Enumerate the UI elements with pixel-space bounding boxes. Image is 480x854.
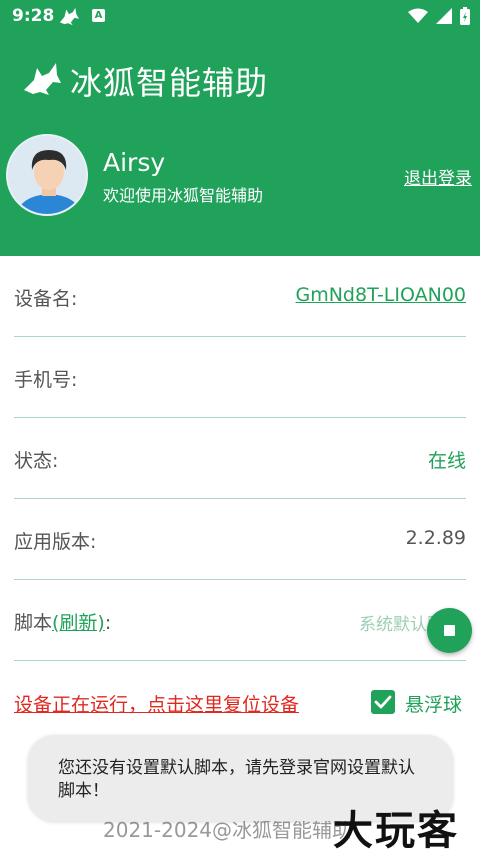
logout-link[interactable]: 退出登录	[404, 164, 472, 189]
app-version-row: 应用版本: 2.2.89	[14, 499, 466, 580]
toast-message: 您还没有设置默认脚本，请先登录官网设置默认脚本！	[58, 758, 415, 801]
status-icons	[408, 7, 470, 25]
status-bar: 9:28 A	[0, 0, 480, 32]
wifi-icon	[408, 8, 428, 23]
username: Airsy	[103, 148, 166, 177]
user-avatar-icon	[8, 136, 86, 214]
floating-ball-label: 悬浮球	[405, 694, 463, 716]
script-label-suffix: :	[104, 612, 112, 634]
stop-button[interactable]	[427, 608, 472, 653]
check-icon	[374, 695, 392, 709]
script-row: 脚本(刷新): 系统默认脚	[14, 580, 466, 661]
watermark-text: 大玩客	[333, 808, 459, 854]
status-value: 在线	[427, 450, 466, 472]
reset-device-link[interactable]: 设备正在运行，点击这里复位设备	[14, 690, 299, 717]
profile-header: 冰狐智能辅助 Airsy 欢迎使用冰狐智能辅助 退出登录	[0, 32, 480, 256]
notification-badge: A	[92, 9, 105, 22]
script-label-prefix: 脚本	[14, 612, 53, 634]
app-title: 冰狐智能辅助	[70, 64, 269, 102]
welcome-text: 欢迎使用冰狐智能辅助	[103, 186, 264, 205]
app-version-label: 应用版本:	[14, 531, 97, 553]
refresh-script-link[interactable]: (刷新)	[52, 612, 105, 634]
app-version-value: 2.2.89	[405, 527, 466, 549]
phone-row: 手机号:	[14, 337, 466, 418]
floating-ball-checkbox[interactable]	[371, 690, 395, 714]
fox-logo-icon	[24, 63, 61, 95]
battery-icon	[460, 7, 470, 25]
status-label: 状态:	[14, 450, 59, 472]
device-name-label: 设备名:	[14, 288, 78, 310]
avatar[interactable]	[6, 134, 88, 216]
device-name-value[interactable]: GmNd8T-LIOAN00	[295, 284, 466, 306]
stop-icon	[444, 625, 455, 636]
status-time: 9:28	[12, 6, 55, 26]
signal-icon	[436, 8, 452, 24]
status-row: 状态: 在线	[14, 418, 466, 499]
watermark: 大玩客	[333, 798, 478, 854]
phone-label: 手机号:	[14, 369, 78, 391]
script-label: 脚本(刷新):	[14, 608, 111, 635]
device-name-row: 设备名: GmNd8T-LIOAN00	[14, 256, 466, 337]
fox-icon	[59, 7, 79, 26]
